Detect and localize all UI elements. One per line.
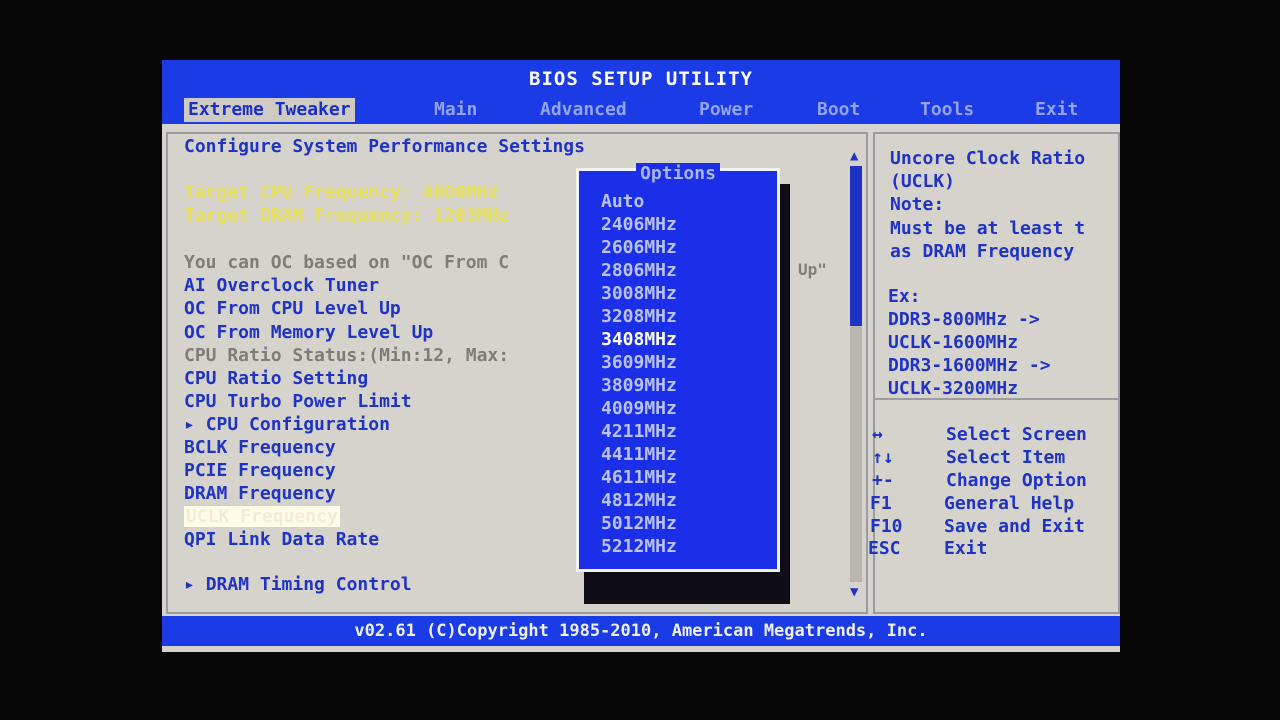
tab-advanced[interactable]: Advanced (536, 98, 631, 122)
oc-hint-tail: Up" (798, 260, 827, 279)
option-item[interactable]: 4211MHz (601, 421, 677, 442)
oc-hint-text: You can OC based on "OC From C (184, 252, 510, 273)
dram-frequency[interactable]: DRAM Frequency (184, 483, 336, 504)
help-example-line: DDR3-1600MHz -> (888, 355, 1051, 376)
key-action: Exit (944, 538, 988, 559)
copyright-text: v02.61 (C)Copyright 1985-2010, American … (354, 621, 928, 641)
tab-bar: Extreme Tweaker Main Advanced Power Boot… (162, 98, 1120, 124)
cpu-turbo-power-limit[interactable]: CPU Turbo Power Limit (184, 391, 412, 412)
help-example-line: UCLK-3200MHz (888, 378, 1019, 399)
option-auto[interactable]: Auto (601, 191, 644, 212)
uclk-frequency[interactable]: UCLK Frequency (184, 506, 340, 527)
key-action: Select Item (946, 447, 1066, 468)
oc-from-memory-level-up[interactable]: OC From Memory Level Up (184, 322, 433, 343)
up-down-arrow-icon: ↑↓ (872, 447, 894, 468)
option-item[interactable]: 3809MHz (601, 375, 677, 396)
scrollbar-thumb[interactable] (850, 166, 862, 326)
left-right-arrow-icon: ↔ (872, 424, 883, 445)
tab-power[interactable]: Power (695, 98, 757, 122)
tab-boot[interactable]: Boot (813, 98, 864, 122)
submenu-arrow-icon: ▸ (184, 414, 206, 435)
qpi-link-data-rate[interactable]: QPI Link Data Rate (184, 529, 379, 550)
pcie-frequency[interactable]: PCIE Frequency (184, 460, 336, 481)
plus-minus-icon: +- (872, 470, 894, 491)
help-example-title: Ex: (888, 286, 921, 307)
tab-extreme-tweaker[interactable]: Extreme Tweaker (184, 98, 355, 122)
key-action: General Help (944, 493, 1075, 514)
bios-screen: BIOS SETUP UTILITY Extreme Tweaker Main … (162, 60, 1120, 652)
key-action: Select Screen (946, 424, 1087, 445)
cpu-configuration-label: CPU Configuration (205, 414, 390, 435)
option-item[interactable]: 4009MHz (601, 398, 677, 419)
scroll-down-arrow-icon[interactable]: ▼ (850, 584, 858, 600)
scroll-up-arrow-icon[interactable]: ▲ (850, 148, 858, 164)
option-item[interactable]: 4411MHz (601, 444, 677, 465)
help-example-line: UCLK-1600MHz (888, 332, 1019, 353)
option-item[interactable]: 5212MHz (601, 536, 677, 557)
ai-overclock-tuner[interactable]: AI Overclock Tuner (184, 275, 379, 296)
option-item[interactable]: 3208MHz (601, 306, 677, 327)
target-cpu-frequency: Target CPU Frequency: 4000MHz (184, 182, 499, 203)
option-item[interactable]: 4812MHz (601, 490, 677, 511)
help-line: (UCLK) (890, 171, 956, 192)
key-label: ESC (868, 538, 901, 559)
bclk-frequency[interactable]: BCLK Frequency (184, 437, 336, 458)
tab-exit[interactable]: Exit (1031, 98, 1082, 122)
oc-from-cpu-level-up[interactable]: OC From CPU Level Up (184, 298, 401, 319)
section-title: Configure System Performance Settings (184, 136, 585, 157)
options-title: Options (579, 163, 777, 184)
key-action: Change Option (946, 470, 1087, 491)
help-line: Must be at least t (890, 218, 1086, 239)
app-title: BIOS SETUP UTILITY (529, 68, 753, 90)
option-item[interactable]: 3609MHz (601, 352, 677, 373)
help-example-line: DDR3-800MHz -> (888, 309, 1040, 330)
cpu-ratio-status: CPU Ratio Status:(Min:12, Max: (184, 345, 510, 366)
option-item-selected[interactable]: 3408MHz (601, 329, 677, 350)
option-item[interactable]: 2406MHz (601, 214, 677, 235)
dram-timing-control-item[interactable]: ▸ DRAM Timing Control (184, 574, 412, 595)
option-item[interactable]: 2606MHz (601, 237, 677, 258)
key-action: Save and Exit (944, 516, 1085, 537)
dram-timing-control-label: DRAM Timing Control (205, 574, 412, 595)
tab-main[interactable]: Main (430, 98, 481, 122)
cpu-ratio-setting[interactable]: CPU Ratio Setting (184, 368, 368, 389)
option-item[interactable]: 3008MHz (601, 283, 677, 304)
submenu-arrow-icon: ▸ (184, 574, 206, 595)
help-line: Note: (890, 194, 945, 215)
title-bar: BIOS SETUP UTILITY (162, 60, 1120, 98)
option-item[interactable]: 2806MHz (601, 260, 677, 281)
help-line: Uncore Clock Ratio (890, 148, 1086, 169)
cpu-configuration-item[interactable]: ▸ CPU Configuration (184, 414, 390, 435)
option-item[interactable]: 4611MHz (601, 467, 677, 488)
option-item[interactable]: 5012MHz (601, 513, 677, 534)
footer-bar: v02.61 (C)Copyright 1985-2010, American … (162, 616, 1120, 646)
tab-tools[interactable]: Tools (916, 98, 978, 122)
help-line: as DRAM Frequency (890, 241, 1075, 262)
target-dram-frequency: Target DRAM Frequency: 1203MHz (184, 205, 510, 226)
key-label: F1 (870, 493, 892, 514)
key-label: F10 (870, 516, 903, 537)
options-popup: Options Auto 2406MHz 2606MHz 2806MHz 300… (576, 163, 780, 572)
